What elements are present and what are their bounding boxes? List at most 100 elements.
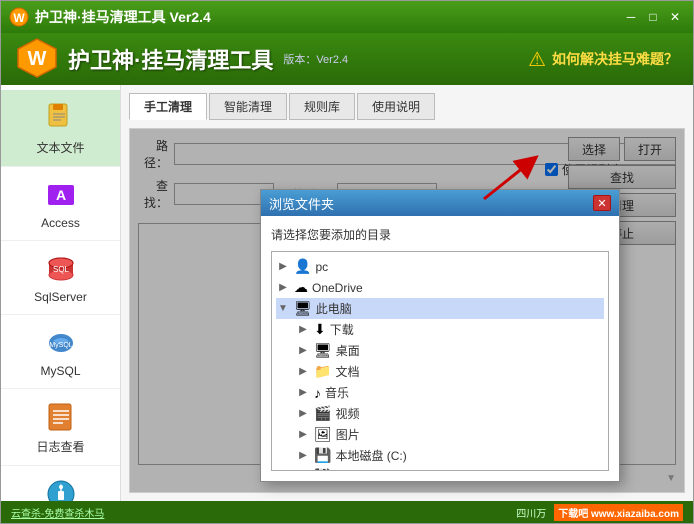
titlebar-controls: ─ □ ✕ bbox=[621, 8, 685, 26]
warning-banner: ⚠ 如何解决挂马难题？ bbox=[528, 47, 678, 72]
tree-item-pc[interactable]: ▶ 👤 pc bbox=[276, 256, 604, 277]
sidebar-label-access: Access bbox=[41, 216, 80, 230]
videos-label: 视频 bbox=[335, 405, 359, 422]
tab-bar: 手工清理 智能清理 规则库 使用说明 bbox=[129, 93, 685, 120]
videos-icon: 🎬 bbox=[314, 405, 331, 422]
tool-panel: 路 径： 查 找： ▼ 替 换： 使用规则库 bbox=[129, 128, 685, 493]
warning-icon: ⚠ bbox=[528, 47, 546, 72]
sidebar-label-sqlserver: SqlServer bbox=[34, 290, 87, 304]
expand-pc[interactable]: ▶ bbox=[276, 260, 290, 274]
dialog-title: 浏览文件夹 bbox=[269, 194, 593, 213]
sidebar-item-access[interactable]: A Access bbox=[1, 167, 120, 241]
svg-text:A: A bbox=[55, 187, 65, 203]
sidebar-item-text-file[interactable]: 文本文件 bbox=[1, 90, 120, 167]
expand-thispc[interactable]: ▼ bbox=[276, 302, 290, 316]
software-d-label: 软件 (D:) bbox=[335, 468, 382, 471]
sidebar-item-sqlserver[interactable]: SQL SqlServer bbox=[1, 241, 120, 315]
documents-label: 文档 bbox=[335, 363, 359, 380]
tree-item-desktop[interactable]: ▶ 🖥 桌面 bbox=[296, 340, 604, 361]
expand-desktop[interactable]: ▶ bbox=[296, 344, 310, 358]
tab-help[interactable]: 使用说明 bbox=[357, 93, 435, 120]
tree-item-software-d[interactable]: ▶ 💾 软件 (D:) bbox=[296, 466, 604, 471]
tree-item-thispc[interactable]: ▼ 🖥 此电脑 bbox=[276, 298, 604, 319]
documents-icon: 📁 bbox=[314, 363, 331, 380]
svg-text:W: W bbox=[28, 48, 47, 70]
mysql-icon: MySQL bbox=[43, 325, 79, 361]
sidebar-label-mysql: MySQL bbox=[40, 364, 80, 378]
expand-videos[interactable]: ▶ bbox=[296, 407, 310, 421]
footer-right-area: 四川万 下载吧 www.xiazaiba.com bbox=[516, 504, 683, 521]
sidebar-item-about[interactable]: i 关于我们 bbox=[1, 466, 120, 501]
tab-rules[interactable]: 规则库 bbox=[289, 93, 355, 120]
tab-smart[interactable]: 智能清理 bbox=[209, 93, 287, 120]
pc-icon: 👤 bbox=[294, 258, 311, 275]
logo-icon: W bbox=[16, 37, 58, 82]
footer-logo: 下载吧 www.xiazaiba.com bbox=[554, 504, 683, 521]
dialog-body: 请选择您要添加的目录 ▶ 👤 pc ▶ bbox=[261, 216, 619, 481]
pictures-icon: 🖼 bbox=[314, 426, 332, 443]
desktop-icon: 🖥 bbox=[314, 342, 332, 359]
maximize-button[interactable]: □ bbox=[643, 8, 663, 26]
minimize-button[interactable]: ─ bbox=[621, 8, 641, 26]
access-icon: A bbox=[43, 177, 79, 213]
titlebar-icon: W bbox=[9, 7, 29, 27]
sidebar-label-log: 日志查看 bbox=[36, 438, 84, 455]
expand-localdisk-c[interactable]: ▶ bbox=[296, 449, 310, 463]
dialog-overlay: 浏览文件夹 ✕ 请选择您要添加的目录 ▶ 👤 pc bbox=[130, 129, 684, 492]
text-file-icon bbox=[43, 100, 79, 136]
dialog-instruction: 请选择您要添加的目录 bbox=[271, 226, 609, 243]
music-icon: ♪ bbox=[314, 385, 321, 401]
header-logo: W 护卫神·挂马清理工具 版本：Ver2.4 bbox=[16, 37, 528, 82]
tree-item-pictures[interactable]: ▶ 🖼 图片 bbox=[296, 424, 604, 445]
header-title: 护卫神·挂马清理工具 bbox=[68, 43, 273, 75]
sidebar: 文本文件 A Access bbox=[1, 85, 121, 501]
pc-label: pc bbox=[315, 260, 328, 274]
svg-text:MySQL: MySQL bbox=[49, 342, 72, 349]
tree-item-music[interactable]: ▶ ♪ 音乐 bbox=[296, 382, 604, 403]
localdisk-c-label: 本地磁盘 (C:) bbox=[335, 447, 406, 464]
dialog-close-button[interactable]: ✕ bbox=[593, 195, 611, 211]
expand-software-d[interactable]: ▶ bbox=[296, 470, 310, 472]
thispc-children: ▶ ⬇ 下载 ▶ 🖥 桌面 bbox=[296, 319, 604, 471]
desktop-label: 桌面 bbox=[336, 342, 360, 359]
tree-item-localdisk-c[interactable]: ▶ 💾 本地磁盘 (C:) bbox=[296, 445, 604, 466]
tab-manual[interactable]: 手工清理 bbox=[129, 93, 207, 120]
expand-pictures[interactable]: ▶ bbox=[296, 428, 310, 442]
app-header: W 护卫神·挂马清理工具 版本：Ver2.4 ⚠ 如何解决挂马难题？ bbox=[1, 33, 693, 85]
tree-item-documents[interactable]: ▶ 📁 文档 bbox=[296, 361, 604, 382]
music-label: 音乐 bbox=[325, 384, 349, 401]
main-layout: 文本文件 A Access bbox=[1, 85, 693, 501]
svg-text:SQL: SQL bbox=[52, 265, 69, 274]
svg-text:W: W bbox=[13, 11, 25, 25]
warning-text: 如何解决挂马难题？ bbox=[552, 49, 678, 69]
onedrive-label: OneDrive bbox=[312, 281, 363, 295]
titlebar: W 护卫神·挂马清理工具 Ver2.4 ─ □ ✕ bbox=[1, 1, 693, 33]
close-button[interactable]: ✕ bbox=[665, 8, 685, 26]
localdisk-c-icon: 💾 bbox=[314, 447, 331, 464]
sqlserver-icon: SQL bbox=[43, 251, 79, 287]
pictures-label: 图片 bbox=[336, 426, 360, 443]
sidebar-item-log[interactable]: 日志查看 bbox=[1, 389, 120, 466]
tree-item-onedrive[interactable]: ▶ ☁ OneDrive bbox=[276, 277, 604, 298]
browse-dialog: 浏览文件夹 ✕ 请选择您要添加的目录 ▶ 👤 pc bbox=[260, 189, 620, 482]
expand-downloads[interactable]: ▶ bbox=[296, 323, 310, 337]
titlebar-title: 护卫神·挂马清理工具 Ver2.4 bbox=[35, 7, 621, 27]
log-icon bbox=[43, 399, 79, 435]
expand-music[interactable]: ▶ bbox=[296, 386, 310, 400]
main-window: W 护卫神·挂马清理工具 Ver2.4 ─ □ ✕ W 护卫神·挂马清理工具 版… bbox=[0, 0, 694, 524]
folder-tree: ▶ 👤 pc ▶ ☁ OneDrive bbox=[271, 251, 609, 471]
tree-item-videos[interactable]: ▶ 🎬 视频 bbox=[296, 403, 604, 424]
footer-left-link[interactable]: 云查杀-免费查杀木马 bbox=[11, 505, 104, 520]
tree-item-downloads[interactable]: ▶ ⬇ 下载 bbox=[296, 319, 604, 340]
downloads-label: 下载 bbox=[330, 321, 354, 338]
footer: 云查杀-免费查杀木马 四川万 下载吧 www.xiazaiba.com bbox=[1, 501, 693, 523]
footer-right-text: 四川万 bbox=[516, 505, 546, 520]
header-version: 版本：Ver2.4 bbox=[283, 51, 348, 67]
content-area: 手工清理 智能清理 规则库 使用说明 路 径： bbox=[121, 85, 693, 501]
about-icon: i bbox=[43, 476, 79, 501]
dialog-titlebar: 浏览文件夹 ✕ bbox=[261, 190, 619, 216]
expand-onedrive[interactable]: ▶ bbox=[276, 281, 290, 295]
sidebar-label-text-file: 文本文件 bbox=[36, 139, 84, 156]
expand-documents[interactable]: ▶ bbox=[296, 365, 310, 379]
sidebar-item-mysql[interactable]: MySQL MySQL bbox=[1, 315, 120, 389]
